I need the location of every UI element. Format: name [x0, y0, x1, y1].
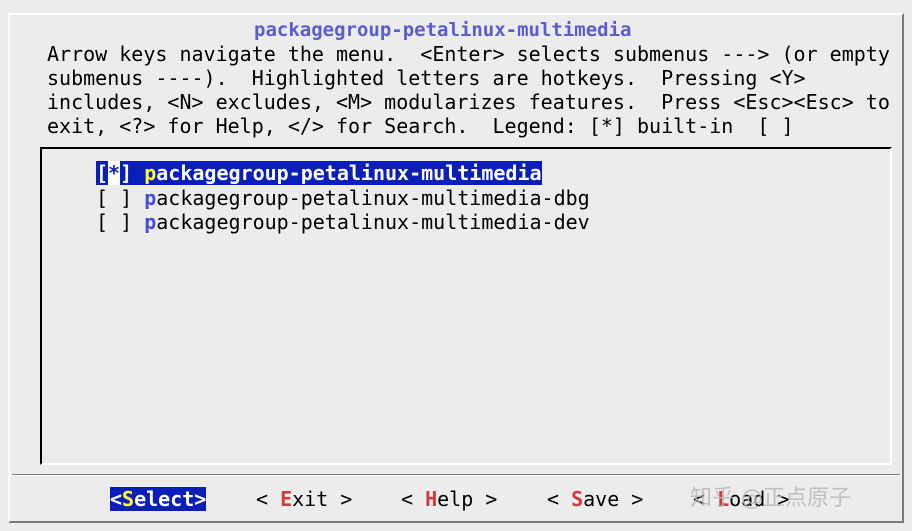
button-bracket: <: [256, 487, 281, 511]
button-label: xit >: [292, 487, 353, 511]
hotkey-letter: H: [425, 487, 438, 511]
button-label: elect>: [134, 487, 207, 511]
help-button[interactable]: < Help >: [401, 487, 497, 511]
menu-item-label: ackagegroup-petalinux-multimedia: [156, 161, 542, 185]
button-bracket: <: [401, 487, 426, 511]
checkbox-close: ]: [120, 210, 145, 234]
button-separator: [12, 474, 900, 476]
select-button[interactable]: <Select>: [110, 487, 207, 511]
checkbox-open: [: [96, 210, 109, 234]
button-label: ave >: [583, 487, 644, 511]
button-bracket: <: [547, 487, 572, 511]
hotkey-letter: p: [144, 161, 157, 185]
checkbox-state[interactable]: [108, 186, 120, 210]
help-text: Arrow keys navigate the menu. <Enter> se…: [47, 42, 890, 138]
checkbox-close: ]: [120, 186, 145, 210]
checkbox-open: [: [96, 161, 109, 185]
hotkey-letter: p: [144, 210, 157, 234]
menu-item-multimedia-dev[interactable]: [ ] packagegroup-petalinux-multimedia-de…: [96, 210, 590, 234]
menu-item-multimedia[interactable]: [*] packagegroup-petalinux-multimedia: [96, 161, 542, 185]
exit-button[interactable]: < Exit >: [256, 487, 352, 511]
button-bracket: <: [110, 487, 123, 511]
menu-item-multimedia-dbg[interactable]: [ ] packagegroup-petalinux-multimedia-db…: [96, 186, 590, 210]
hotkey-letter: S: [122, 487, 135, 511]
hotkey-letter: E: [280, 487, 293, 511]
menu-list: [*] packagegroup-petalinux-multimedia [ …: [40, 147, 892, 465]
checkbox-open: [: [96, 186, 109, 210]
checkbox-state[interactable]: *: [108, 161, 121, 185]
watermark: 知乎 @正点原子: [690, 486, 851, 511]
hotkey-letter: S: [571, 487, 584, 511]
menuconfig-dialog: packagegroup-petalinux-multimedia Arrow …: [8, 13, 904, 523]
menu-item-label: ackagegroup-petalinux-multimedia-dev: [156, 210, 590, 234]
dialog-title: packagegroup-petalinux-multimedia: [250, 19, 636, 41]
save-button[interactable]: < Save >: [547, 487, 643, 511]
menu-item-label: ackagegroup-petalinux-multimedia-dbg: [156, 186, 590, 210]
checkbox-state[interactable]: [108, 210, 120, 234]
hotkey-letter: p: [144, 186, 157, 210]
checkbox-close: ]: [120, 161, 145, 185]
button-label: elp >: [437, 487, 498, 511]
